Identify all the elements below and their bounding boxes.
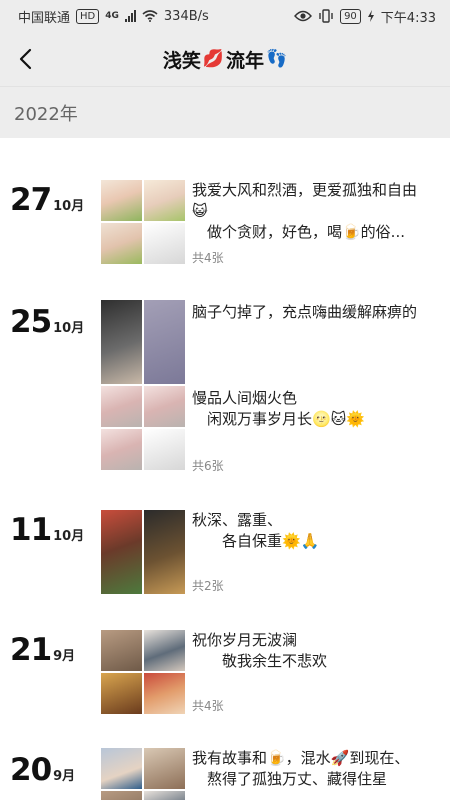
photo-thumbnail[interactable] bbox=[101, 180, 142, 221]
entry-date: 27 10月 bbox=[10, 182, 85, 218]
entry-date: 25 10月 bbox=[10, 304, 85, 340]
signal-icon bbox=[124, 10, 136, 22]
photo-grid[interactable] bbox=[101, 510, 185, 594]
photo-grid[interactable] bbox=[101, 630, 185, 714]
photo-thumbnail[interactable] bbox=[101, 386, 142, 427]
photo-count: 共2张 bbox=[192, 579, 224, 593]
lips-icon: 💋 bbox=[202, 49, 224, 69]
list-item[interactable]: 25 10月 脑子勺掉了，充点嗨曲缓解麻痹的 慢品人间烟火色 闲观万事岁月长🌝🐱… bbox=[0, 300, 450, 480]
page-title: 浅笑 💋 流年 👣 bbox=[162, 49, 288, 72]
photo-count: 共4张 bbox=[192, 699, 224, 713]
charging-icon bbox=[367, 10, 374, 22]
eye-icon bbox=[294, 10, 312, 22]
list-item[interactable]: 21 9月 祝你岁月无波澜 敬我余生不悲欢 共4张 bbox=[0, 628, 450, 718]
battery-icon: 90 bbox=[340, 8, 361, 24]
carrier-label: 中国联通 bbox=[18, 10, 71, 26]
photo-thumbnail[interactable] bbox=[101, 223, 142, 264]
list-item[interactable]: 27 10月 我爱大风和烈酒，更爱孤独和自由 😺 做个贪财，好色，喝🍺的俗...… bbox=[0, 178, 450, 278]
photo-thumbnail[interactable] bbox=[101, 630, 142, 671]
entry-text: 脑子勺掉了，充点嗨曲缓解麻痹的 bbox=[192, 303, 418, 321]
photo-thumbnail[interactable] bbox=[144, 300, 185, 384]
network-type: 4G bbox=[105, 11, 119, 21]
photo-thumbnail[interactable] bbox=[144, 429, 185, 470]
photo-count: 共6张 bbox=[192, 459, 224, 473]
year-label: 2022年 bbox=[14, 103, 78, 125]
photo-grid[interactable] bbox=[101, 748, 185, 800]
photo-grid[interactable] bbox=[101, 180, 185, 264]
photo-thumbnail[interactable] bbox=[101, 429, 142, 470]
footprints-icon: 👣 bbox=[266, 49, 288, 69]
entry-date: 21 9月 bbox=[10, 632, 76, 668]
photo-thumbnail[interactable] bbox=[101, 673, 142, 714]
photo-count: 共4张 bbox=[192, 251, 224, 265]
wifi-icon bbox=[142, 10, 158, 22]
entry-date: 20 9月 bbox=[10, 752, 76, 788]
photo-thumbnail[interactable] bbox=[144, 673, 185, 714]
entry-text: 我有故事和🍺，混水🚀到现在、 熬得了孤独万丈、藏得住星 bbox=[192, 749, 410, 788]
photo-thumbnail[interactable] bbox=[144, 510, 185, 594]
entry-text: 慢品人间烟火色 闲观万事岁月长🌝🐱🌞 bbox=[192, 389, 365, 428]
list-item[interactable]: 20 9月 我有故事和🍺，混水🚀到现在、 熬得了孤独万丈、藏得住星 bbox=[0, 748, 450, 800]
top-nav: 浅笑 💋 流年 👣 bbox=[0, 32, 450, 86]
chevron-left-icon[interactable] bbox=[14, 46, 40, 72]
entry-text: 秋深、露重、 各自保重🌞🙏 bbox=[192, 511, 320, 550]
entry-text: 祝你岁月无波澜 敬我余生不悲欢 bbox=[192, 631, 328, 670]
hd-badge: HD bbox=[76, 8, 100, 24]
vibrate-icon bbox=[319, 9, 333, 23]
entry-date: 11 10月 bbox=[10, 512, 85, 548]
photo-thumbnail[interactable] bbox=[144, 386, 185, 427]
photo-thumbnail[interactable] bbox=[144, 630, 185, 671]
photo-thumbnail[interactable] bbox=[101, 748, 142, 789]
photo-thumbnail[interactable] bbox=[144, 791, 185, 800]
clock: 下午4:33 bbox=[380, 10, 436, 26]
list-item[interactable]: 11 10月 秋深、露重、 各自保重🌞🙏 共2张 bbox=[0, 508, 450, 598]
photo-thumbnail[interactable] bbox=[144, 180, 185, 221]
net-speed: 334B/s bbox=[163, 8, 209, 24]
photo-thumbnail[interactable] bbox=[101, 300, 142, 384]
entry-text: 我爱大风和烈酒，更爱孤独和自由 😺 做个贪财，好色，喝🍺的俗... bbox=[192, 181, 418, 241]
year-section-header: 2022年 bbox=[0, 86, 450, 138]
status-bar: 中国联通 HD 4G 334B/s 90 下午4:33 bbox=[0, 0, 450, 32]
photo-thumbnail[interactable] bbox=[101, 510, 142, 594]
photo-thumbnail[interactable] bbox=[144, 748, 185, 789]
photo-thumbnail[interactable] bbox=[144, 223, 185, 264]
photo-thumbnail[interactable] bbox=[101, 791, 142, 800]
photo-grid[interactable] bbox=[101, 300, 185, 470]
